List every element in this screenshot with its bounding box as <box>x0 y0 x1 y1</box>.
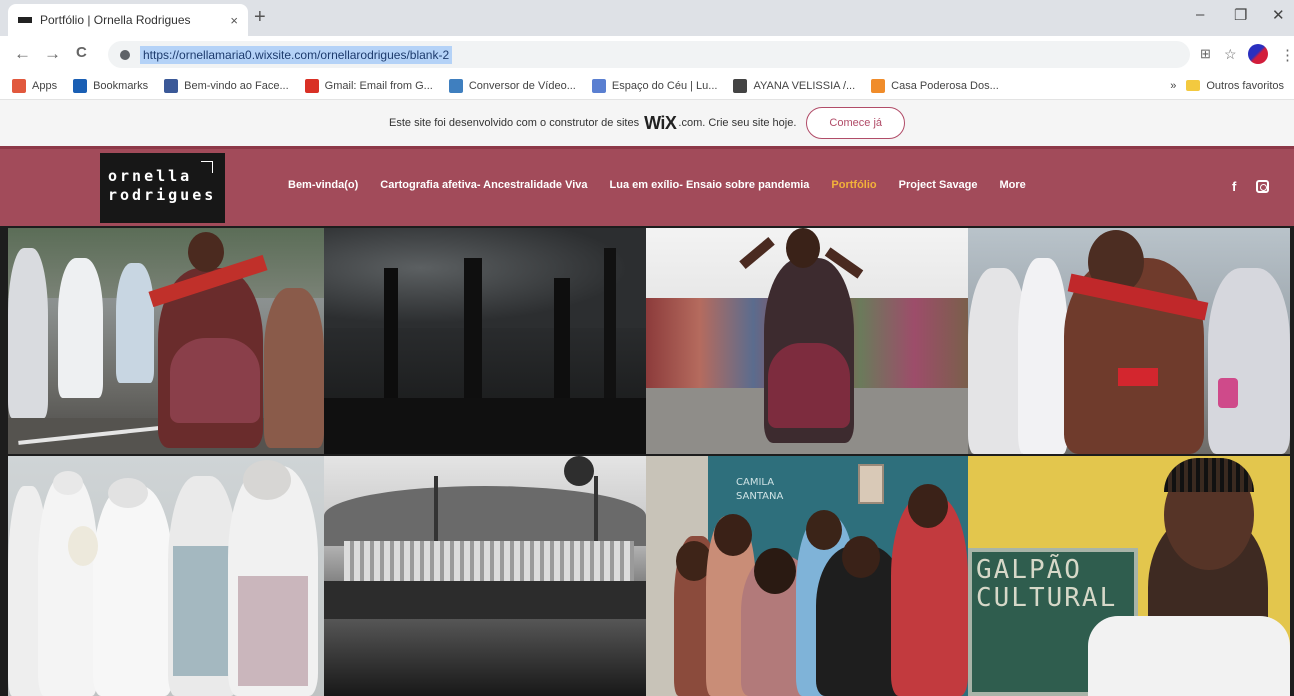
logo-corner-mark <box>201 161 213 173</box>
bookmark-favicon-icon <box>591 78 606 93</box>
bookmark-label: Conversor de Vídeo... <box>468 79 576 92</box>
bookmark-label: Bem-vindo ao Face... <box>184 79 289 92</box>
bookmark-item[interactable]: AYANA VELISSIA /... <box>733 78 856 93</box>
wix-favicon-icon <box>18 17 32 23</box>
bookmark-item[interactable]: Conversor de Vídeo... <box>448 78 576 93</box>
back-button[interactable]: ← <box>14 44 31 64</box>
portfolio-gallery: CAMILA SANTANA GALPÃO CULTURAL <box>0 226 1294 696</box>
facebook-icon[interactable]: f <box>1232 179 1236 194</box>
bookmark-label: Casa Poderosa Dos... <box>891 79 999 92</box>
bookmarks-bar: Apps Bookmarks Bem-vindo ao Face... Gmail: … <box>0 72 1294 100</box>
nav-item[interactable]: More <box>1000 179 1026 191</box>
wix-logo[interactable]: WiX <box>644 113 677 134</box>
bookmarks-overflow-icon[interactable]: » <box>1170 80 1176 92</box>
bookmark-label: AYANA VELISSIA /... <box>753 79 856 92</box>
photo-baianas-procession[interactable] <box>8 456 324 696</box>
bookmark-favicon-icon <box>12 78 26 93</box>
maximize-button[interactable]: ❐ <box>1234 6 1247 24</box>
bookmark-star-icon[interactable]: ☆ <box>1224 46 1237 63</box>
site-logo[interactable]: ornella rodrigues <box>100 153 225 223</box>
bookmark-favicon-icon <box>304 78 319 93</box>
photo-dancer-street[interactable] <box>8 228 324 454</box>
new-tab-button[interactable]: + <box>254 6 266 29</box>
photo-trees-silhouette[interactable] <box>324 228 646 454</box>
reload-button[interactable]: C <box>76 44 87 61</box>
tab-title: Portfólio | Ornella Rodrigues <box>40 13 191 27</box>
other-bookmarks[interactable]: Outros favoritos <box>1206 80 1284 92</box>
bookmark-favicon-icon <box>73 78 88 93</box>
chalk-writing: CAMILA SANTANA <box>736 477 784 502</box>
photo-dancer-closeup[interactable] <box>968 228 1290 454</box>
profile-avatar[interactable] <box>1248 44 1268 64</box>
nav-item[interactable]: Bem-vinda(o) <box>288 179 358 191</box>
browser-toolbar: ← → C https://ornellamaria0.wixsite.com/… <box>0 36 1294 72</box>
nav-item[interactable]: Portfólio <box>831 179 876 191</box>
folder-icon <box>1186 80 1201 91</box>
photo-galpao-cultural[interactable]: GALPÃO CULTURAL <box>968 456 1290 696</box>
bookmark-label: Apps <box>32 79 58 92</box>
start-now-button[interactable]: Comece já <box>806 107 905 139</box>
wix-banner: Este site foi desenvolvido com o constru… <box>0 100 1294 146</box>
site-nav: Bem-vinda(o) Cartografia afetiva- Ancestr… <box>288 179 1048 191</box>
bookmark-item[interactable]: Bem-vindo ao Face... <box>164 78 289 93</box>
translate-icon[interactable]: ⊞ <box>1200 46 1211 62</box>
nav-item[interactable]: Project Savage <box>899 179 978 191</box>
browser-menu-icon[interactable]: ⋮ <box>1280 46 1294 64</box>
bookmark-item[interactable]: Bookmarks <box>73 78 149 93</box>
tab-close-icon[interactable]: × <box>230 13 238 28</box>
info-icon[interactable] <box>120 49 130 60</box>
address-bar[interactable]: https://ornellamaria0.wixsite.com/ornell… <box>108 41 1190 68</box>
photo-dancer-crowd[interactable] <box>646 228 968 454</box>
bookmark-label: Gmail: Email from G... <box>324 79 433 92</box>
bookmark-favicon-icon <box>448 78 463 93</box>
wix-banner-text: Este site foi desenvolvido com o constru… <box>389 117 640 129</box>
browser-tab[interactable]: Portfólio | Ornella Rodrigues × <box>8 4 248 36</box>
nav-item[interactable]: Cartografia afetiva- Ancestralidade Viva <box>380 179 587 191</box>
photo-group-portrait[interactable]: CAMILA SANTANA <box>646 456 968 696</box>
tab-strip: Portfólio | Ornella Rodrigues × + – ❐ ✕ <box>0 0 1294 36</box>
bookmark-favicon-icon <box>164 78 179 93</box>
bookmark-label: Bookmarks <box>93 79 149 92</box>
logo-line-2: rodrigues <box>108 186 217 204</box>
bookmark-item[interactable]: Casa Poderosa Dos... <box>871 78 999 93</box>
photo-historic-boat[interactable] <box>324 456 646 696</box>
instagram-icon[interactable] <box>1256 180 1269 193</box>
nav-item[interactable]: Lua em exílio- Ensaio sobre pandemia <box>610 179 810 191</box>
sign-text: GALPÃO CULTURAL <box>976 555 1118 613</box>
bookmark-favicon-icon <box>871 78 886 93</box>
bookmark-item[interactable]: Gmail: Email from G... <box>304 78 433 93</box>
bookmark-item[interactable]: Espaço do Céu | Lu... <box>591 78 718 93</box>
close-window-button[interactable]: ✕ <box>1272 6 1285 24</box>
bookmark-favicon-icon <box>733 78 748 93</box>
bookmark-label: Espaço do Céu | Lu... <box>611 79 718 92</box>
bookmark-item[interactable]: Apps <box>12 78 58 93</box>
wix-banner-text-suffix: .com. Crie seu site hoje. <box>678 117 797 129</box>
minimize-button[interactable]: – <box>1196 6 1204 23</box>
site-header: ornella rodrigues Bem-vinda(o) Cartografi… <box>0 146 1294 226</box>
url-text[interactable]: https://ornellamaria0.wixsite.com/ornell… <box>140 45 453 64</box>
forward-button[interactable]: → <box>44 44 61 64</box>
